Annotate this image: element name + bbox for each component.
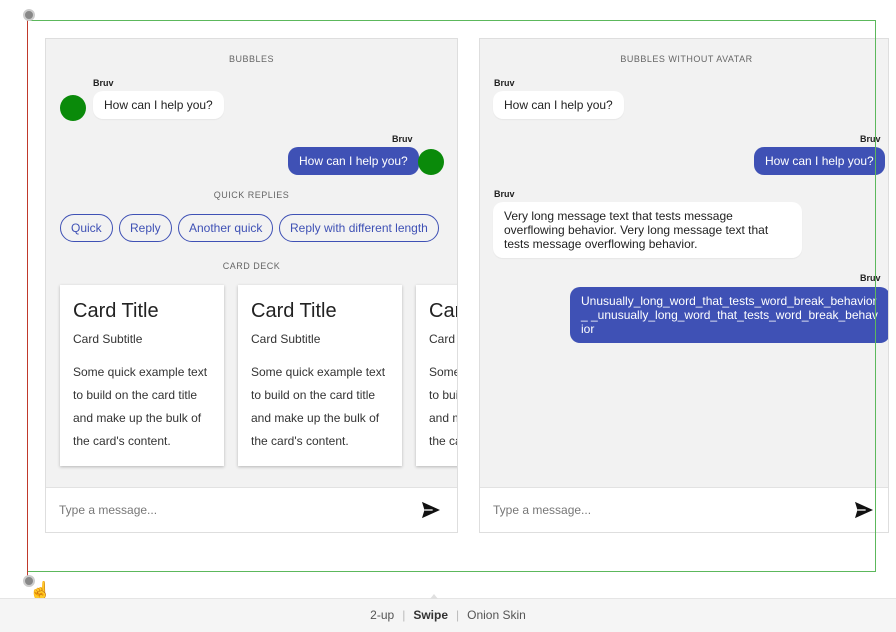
message-composer — [480, 487, 888, 532]
card-text: Some quick example text to build on the … — [429, 365, 458, 448]
avatar — [60, 95, 86, 121]
card-deck-section-label: CARD DECK — [222, 261, 281, 271]
message-sender: Bruv — [494, 78, 515, 88]
tab-swipe[interactable]: Swipe — [405, 608, 456, 622]
swipe-handle-top[interactable] — [23, 9, 35, 21]
card-text: Some quick example text to build on the … — [73, 365, 208, 448]
tab-onion-skin[interactable]: Onion Skin — [459, 608, 534, 622]
quick-reply-button[interactable]: Reply with different length — [279, 214, 439, 242]
message-sender: Bruv — [93, 78, 114, 88]
quick-reply-button[interactable]: Another quick — [178, 214, 274, 242]
card-subtitle: Card Subtitle — [251, 332, 321, 346]
outgoing-message-bubble: Unusually_long_word_that_tests_word_brea… — [570, 287, 888, 343]
card-subtitle: Card Subtitle — [73, 332, 143, 346]
message-sender: Bruv — [860, 134, 881, 144]
card[interactable]: Card Title Card Subtitle Some quick exam… — [238, 285, 402, 466]
send-icon[interactable] — [854, 501, 874, 519]
outgoing-message-bubble: How can I help you? — [754, 147, 885, 175]
card-title: Card Title — [73, 300, 159, 322]
card-text: Some quick example text to build on the … — [251, 365, 386, 448]
send-icon[interactable] — [421, 501, 441, 519]
message-composer — [46, 487, 457, 532]
message-sender: Bruv — [860, 273, 881, 283]
card-title: Card Title — [429, 300, 457, 322]
message-sender: Bruv — [392, 134, 413, 144]
bubbles-section-label: BUBBLES — [228, 54, 275, 64]
card[interactable]: Card Title Card Subtitle Some quick exam… — [416, 285, 458, 466]
incoming-message-bubble: How can I help you? — [93, 91, 224, 119]
active-indicator-notch — [430, 594, 438, 599]
quick-reply-button[interactable]: Reply — [119, 214, 172, 242]
chat-panel-without-avatar: BUBBLES WITHOUT AVATAR Bruv How can I he… — [479, 38, 889, 533]
quick-reply-button[interactable]: Quick — [60, 214, 113, 242]
view-mode-tabs: 2-up | Swipe | Onion Skin — [0, 608, 896, 622]
diff-stage: BUBBLES Bruv How can I help you? Bruv Ho… — [0, 0, 896, 598]
message-sender: Bruv — [494, 189, 515, 199]
card[interactable]: Card Title Card Subtitle Some quick exam… — [60, 285, 224, 466]
avatar — [418, 149, 444, 175]
message-input[interactable] — [46, 488, 407, 532]
incoming-message-bubble: How can I help you? — [493, 91, 624, 119]
hand-cursor-icon: ☝ — [29, 581, 52, 598]
outgoing-message-bubble: How can I help you? — [288, 147, 419, 175]
swipe-divider[interactable] — [27, 13, 28, 580]
chat-panel-with-avatar: BUBBLES Bruv How can I help you? Bruv Ho… — [45, 38, 458, 533]
message-input[interactable] — [480, 488, 838, 532]
tab-2-up[interactable]: 2-up — [362, 608, 402, 622]
view-mode-bar: 2-up | Swipe | Onion Skin — [0, 594, 896, 632]
incoming-message-bubble: Very long message text that tests messag… — [493, 202, 802, 258]
quick-replies-section-label: QUICK REPLIES — [213, 190, 290, 200]
card-subtitle: Card Subtitle — [429, 332, 457, 346]
bubbles-without-avatar-section-label: BUBBLES WITHOUT AVATAR — [620, 54, 753, 64]
card-title: Card Title — [251, 300, 337, 322]
